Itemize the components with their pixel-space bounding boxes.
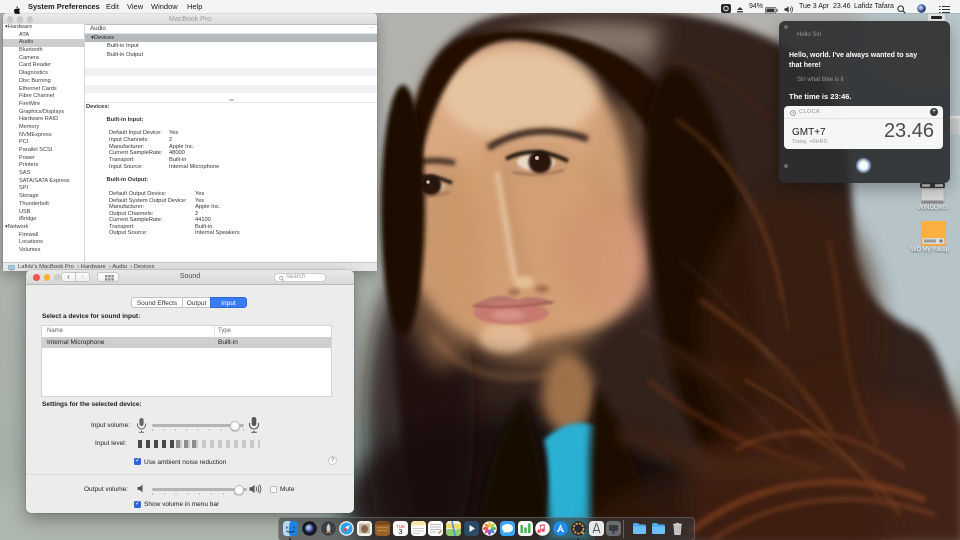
svg-text:3: 3 xyxy=(398,527,402,536)
